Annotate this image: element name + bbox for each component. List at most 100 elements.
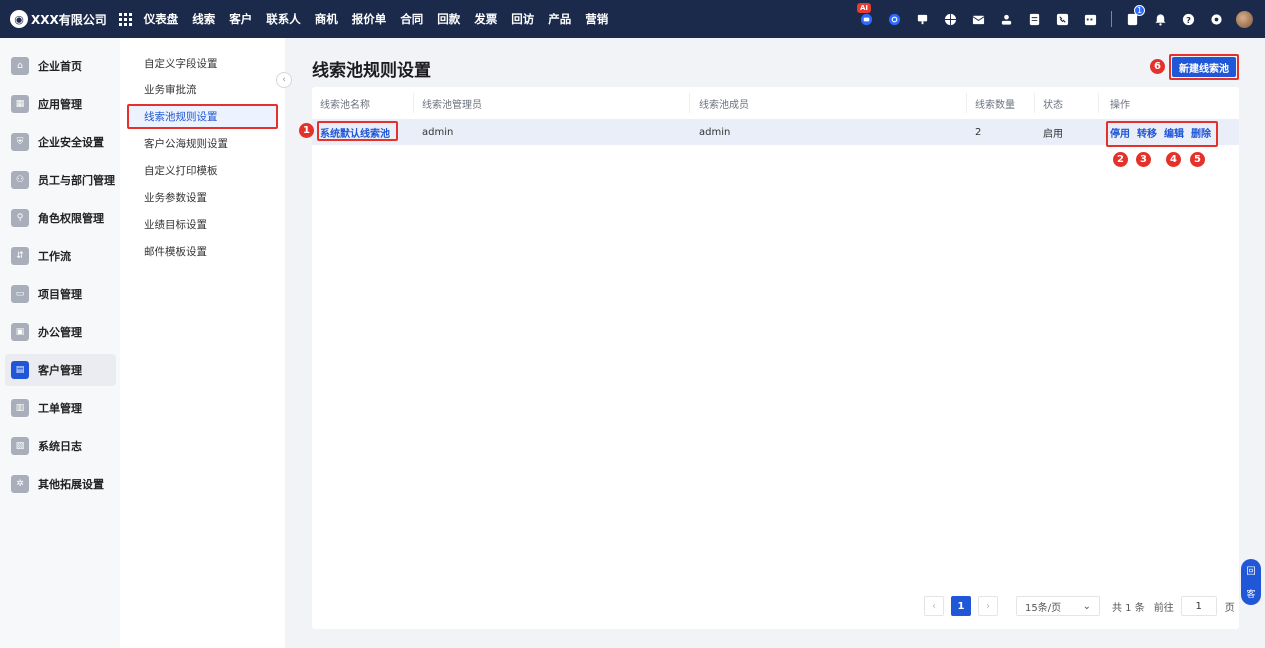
- sidebar-item-roles[interactable]: ⚲ 角色权限管理: [5, 202, 116, 234]
- bell-icon[interactable]: [1153, 12, 1168, 27]
- column-header-admin: 线索池管理员: [422, 99, 482, 111]
- column-divider: [1098, 93, 1099, 113]
- sidebar-item-security[interactable]: ⛨ 企业安全设置: [5, 126, 116, 158]
- column-divider: [966, 93, 967, 113]
- prev-page-button[interactable]: ‹: [924, 596, 944, 616]
- transfer-action[interactable]: 转移: [1137, 125, 1157, 140]
- lead-pool-table-panel: 线索池名称 线索池管理员 线索池成员 线索数量 状态 操作 系统默认线索池 ad…: [312, 87, 1239, 629]
- workflow-icon: ⇵: [11, 247, 29, 265]
- column-divider: [413, 93, 414, 113]
- nav-payments[interactable]: 回款: [437, 11, 460, 27]
- sidebar-item-projects[interactable]: ▭ 项目管理: [5, 278, 116, 310]
- sidebar-item-logs[interactable]: ▧ 系统日志: [5, 430, 116, 462]
- user-avatar[interactable]: [1236, 10, 1253, 28]
- notification-count-badge: 1: [1134, 4, 1145, 16]
- logo-icon: ◉: [10, 10, 28, 28]
- new-lead-pool-button[interactable]: 新建线索池: [1172, 57, 1236, 77]
- page-suffix: 页: [1224, 602, 1235, 614]
- floating-help-widget[interactable]: 回 客: [1241, 559, 1261, 605]
- disable-action[interactable]: 停用: [1110, 125, 1130, 140]
- document-icon[interactable]: [1027, 12, 1042, 27]
- nav-quotes[interactable]: 报价单: [352, 11, 387, 27]
- nav-marketing[interactable]: 营销: [585, 11, 608, 27]
- log-icon: ▧: [11, 437, 29, 455]
- top-navbar: ◉ XXX有限公司 仪表盘 线索 客户 联系人 商机 报价单 合同 回款 发票 …: [0, 0, 1265, 38]
- chevron-down-icon: ⌄: [1082, 600, 1091, 612]
- page-size-select[interactable]: 15条/页 ⌄: [1016, 596, 1100, 616]
- sidebar-item-extensions[interactable]: ✲ 其他拓展设置: [5, 468, 116, 500]
- globe-icon[interactable]: [943, 12, 958, 27]
- sidebar-item-office[interactable]: ▣ 办公管理: [5, 316, 116, 348]
- page-number-current[interactable]: 1: [951, 596, 971, 616]
- column-header-actions: 操作: [1110, 99, 1130, 111]
- calendar-icon[interactable]: [1083, 12, 1098, 27]
- sidebar-item-label: 工单管理: [38, 402, 82, 415]
- edit-action[interactable]: 编辑: [1164, 125, 1184, 140]
- annotation-marker-3: 3: [1136, 152, 1151, 167]
- submenu-item-performance-goals[interactable]: 业绩目标设置: [128, 213, 276, 235]
- sidebar-item-label: 员工与部门管理: [38, 174, 115, 187]
- column-divider: [689, 93, 690, 113]
- home-icon: ⌂: [11, 57, 29, 75]
- task-icon[interactable]: 1: [1125, 4, 1145, 27]
- lead-count: 2: [975, 126, 982, 138]
- submenu-item-business-params[interactable]: 业务参数设置: [128, 186, 276, 208]
- nav-customers[interactable]: 客户: [229, 11, 252, 27]
- submenu-item-approval-flow[interactable]: 业务审批流: [128, 78, 276, 100]
- column-header-count: 线索数量: [975, 99, 1015, 111]
- contact-icon[interactable]: [999, 12, 1014, 27]
- goto-page-input[interactable]: [1180, 596, 1217, 616]
- sidebar-item-label: 角色权限管理: [38, 212, 104, 225]
- submenu-item-print-templates[interactable]: 自定义打印模板: [128, 159, 276, 181]
- lead-pool-name-link[interactable]: 系统默认线索池: [320, 119, 390, 145]
- ai-robot-icon[interactable]: AI: [857, 2, 874, 27]
- pagination: ‹ 1 › 15条/页 ⌄ 共 1 条 前往 页: [924, 596, 1235, 616]
- nav-visits[interactable]: 回访: [511, 11, 534, 27]
- chevron-left-icon: ‹: [282, 75, 286, 85]
- shield-icon: ⛨: [11, 133, 29, 151]
- users-icon: ⚇: [11, 171, 29, 189]
- help-icon[interactable]: ?: [1181, 12, 1196, 27]
- app-grid-icon[interactable]: [118, 12, 132, 26]
- sidebar-item-label: 工作流: [38, 250, 71, 263]
- nav-products[interactable]: 产品: [548, 11, 571, 27]
- sidebar-item-apps[interactable]: ▦ 应用管理: [5, 88, 116, 120]
- sidebar-item-home[interactable]: ⌂ 企业首页: [5, 50, 116, 82]
- nav-contacts[interactable]: 联系人: [266, 11, 301, 27]
- company-logo[interactable]: ◉ XXX有限公司: [10, 10, 107, 28]
- customer-icon: ▤: [11, 361, 29, 379]
- sidebar-item-tickets[interactable]: ▥ 工单管理: [5, 392, 116, 424]
- nav-invoices[interactable]: 发票: [474, 11, 497, 27]
- folder-icon: ▭: [11, 285, 29, 303]
- sidebar-item-staff[interactable]: ⚇ 员工与部门管理: [5, 164, 116, 196]
- sidebar-item-label: 办公管理: [38, 326, 82, 339]
- submenu-item-custom-fields[interactable]: 自定义字段设置: [128, 52, 276, 74]
- sidebar-item-customers[interactable]: ▤ 客户管理: [5, 354, 116, 386]
- message-icon[interactable]: [915, 12, 930, 27]
- row-actions: 停用 转移 编辑 删除: [1110, 119, 1211, 145]
- nav-opportunities[interactable]: 商机: [315, 11, 338, 27]
- sidebar-item-workflow[interactable]: ⇵ 工作流: [5, 240, 116, 272]
- column-header-members: 线索池成员: [699, 99, 749, 111]
- sidebar-item-label: 其他拓展设置: [38, 478, 104, 491]
- ai-badge: AI: [857, 2, 872, 13]
- sidebar-item-label: 项目管理: [38, 288, 82, 301]
- sidebar-item-label: 系统日志: [38, 440, 82, 453]
- submenu-item-lead-pool-rules[interactable]: 线索池规则设置: [128, 105, 276, 127]
- collapse-submenu-button[interactable]: ‹: [276, 72, 292, 88]
- company-name: XXX有限公司: [31, 12, 107, 27]
- float-bottom-icon: 客: [1246, 590, 1256, 600]
- mail-icon[interactable]: [971, 12, 986, 27]
- chevron-right-icon: ›: [986, 600, 990, 612]
- gear-icon[interactable]: [1209, 12, 1224, 27]
- chat-assistant-icon[interactable]: [887, 12, 902, 27]
- left-sidebar: ⌂ 企业首页 ▦ 应用管理 ⛨ 企业安全设置 ⚇ 员工与部门管理 ⚲ 角色权限管…: [0, 38, 120, 648]
- submenu-item-customer-pool-rules[interactable]: 客户公海规则设置: [128, 132, 276, 154]
- phone-icon[interactable]: [1055, 12, 1070, 27]
- nav-contracts[interactable]: 合同: [400, 11, 423, 27]
- submenu-item-email-templates[interactable]: 邮件模板设置: [128, 240, 276, 262]
- next-page-button[interactable]: ›: [978, 596, 998, 616]
- nav-dashboard[interactable]: 仪表盘: [144, 11, 179, 27]
- delete-action[interactable]: 删除: [1191, 125, 1211, 140]
- nav-leads[interactable]: 线索: [192, 11, 215, 27]
